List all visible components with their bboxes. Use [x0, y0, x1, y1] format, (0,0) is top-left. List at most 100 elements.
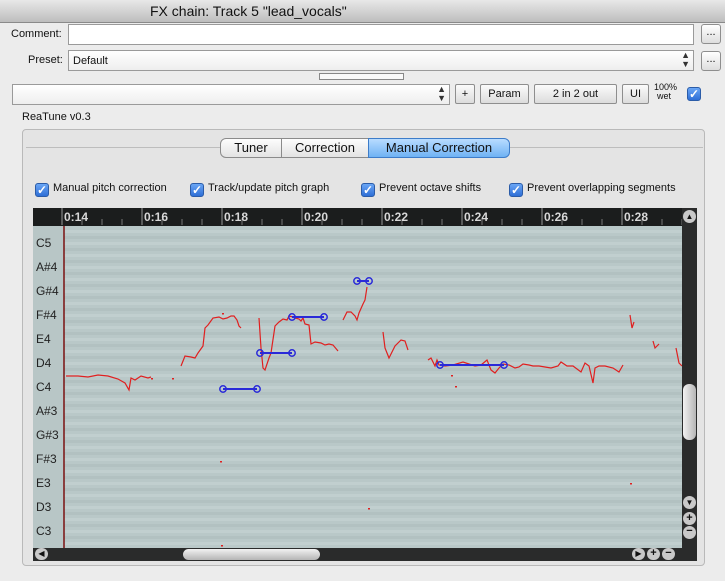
semitone-stripe	[64, 482, 682, 485]
add-button[interactable]: +	[455, 84, 475, 104]
tab-correction[interactable]: Correction	[281, 138, 369, 158]
semitone-stripe	[64, 536, 682, 539]
note-label: G#4	[36, 284, 59, 298]
tab-manual-correction[interactable]: Manual Correction	[368, 138, 510, 158]
semitone-stripe	[64, 302, 682, 305]
semitone-stripe	[64, 494, 682, 497]
note-label: C4	[36, 380, 52, 394]
chevron-down-icon[interactable]: ▼	[683, 496, 696, 509]
semitone-stripe	[64, 236, 682, 239]
semitone-stripe	[64, 326, 682, 329]
plugin-select[interactable]: ▲ ▼	[12, 84, 450, 105]
time-label: 0:18	[224, 210, 249, 224]
time-label: 0:14	[64, 210, 89, 224]
wet-label: wet	[657, 91, 672, 101]
title-bar: FX chain: Track 5 "lead_vocals"	[0, 0, 725, 23]
chevron-right-icon[interactable]: ▶	[632, 548, 645, 560]
semitone-stripe	[64, 434, 682, 437]
tab-tuner[interactable]: Tuner	[220, 138, 282, 158]
semitone-stripe	[64, 260, 682, 263]
comment-field[interactable]	[68, 24, 694, 45]
semitone-stripe	[64, 380, 682, 383]
semitone-stripe	[64, 518, 682, 521]
note-label: D4	[36, 356, 52, 370]
semitone-stripe	[64, 242, 682, 245]
param-button[interactable]: Param	[480, 84, 529, 104]
semitone-stripe	[64, 542, 682, 545]
semitone-stripe	[64, 452, 682, 455]
comment-more-button[interactable]: ...	[701, 24, 721, 44]
semitone-stripe	[64, 314, 682, 317]
note-label: A#3	[36, 404, 58, 418]
time-label: 0:20	[304, 210, 329, 224]
option-label: Prevent octave shifts	[379, 182, 482, 194]
semitone-stripe	[64, 278, 682, 281]
semitone-stripe	[64, 248, 682, 251]
semitone-stripe	[64, 392, 682, 395]
option-label: Track/update pitch graph	[208, 182, 330, 194]
note-label: C3	[36, 524, 52, 538]
wet-checkbox[interactable]: ✓	[687, 87, 701, 101]
semitone-stripe	[64, 440, 682, 443]
note-label: A#4	[36, 260, 58, 274]
pitch-fragment	[220, 461, 222, 463]
pitch-fragment	[630, 483, 632, 485]
preset-more-button[interactable]: ...	[701, 51, 721, 71]
semitone-stripe	[64, 512, 682, 515]
io-button[interactable]: 2 in 2 out	[534, 84, 617, 104]
time-label: 0:24	[464, 210, 489, 224]
updown-icon: ▲ ▼	[437, 84, 446, 103]
semitone-stripe	[64, 488, 682, 491]
manual-pitch-correction-checkbox[interactable]: ✓	[35, 183, 49, 197]
zoom-out-icon[interactable]: −	[683, 526, 696, 539]
semitone-stripe	[64, 356, 682, 359]
pitch-graph[interactable]: 0:14 0:16 0:18 0:20 0:22 0:24 0:26 0:28 C5 A#4 G#…	[33, 208, 697, 561]
semitone-stripe	[64, 362, 682, 365]
window-title: FX chain: Track 5 "lead_vocals"	[150, 3, 347, 19]
note-label: F#3	[36, 452, 57, 466]
semitone-stripe	[64, 410, 682, 413]
splitter-handle[interactable]	[319, 73, 404, 80]
time-label: 0:16	[144, 210, 169, 224]
horizontal-scrollbar[interactable]	[33, 548, 682, 561]
zoom-in-icon[interactable]: +	[647, 548, 660, 560]
semitone-stripe	[64, 266, 682, 269]
time-label: 0:26	[544, 210, 569, 224]
pitch-fragment	[451, 375, 453, 377]
semitone-stripe	[64, 332, 682, 335]
pitch-graph-canvas[interactable]	[33, 208, 697, 561]
semitone-stripe	[64, 506, 682, 509]
prevent-octave-checkbox[interactable]: ✓	[361, 183, 375, 197]
zoom-in-icon[interactable]: +	[683, 512, 696, 525]
semitone-stripe	[64, 500, 682, 503]
semitone-stripe	[64, 350, 682, 353]
semitone-stripe	[64, 428, 682, 431]
semitone-stripe	[64, 296, 682, 299]
semitone-stripe	[64, 386, 682, 389]
ui-button[interactable]: UI	[622, 84, 649, 104]
zoom-out-icon[interactable]: −	[662, 548, 675, 560]
semitone-stripe	[64, 416, 682, 419]
semitone-stripe	[64, 404, 682, 407]
semitone-stripe	[64, 290, 682, 293]
semitone-stripe	[64, 422, 682, 425]
semitone-stripe	[64, 524, 682, 527]
pitch-fragment	[172, 378, 174, 380]
pitch-fragment	[455, 386, 457, 388]
horizontal-scroll-thumb[interactable]	[183, 549, 320, 560]
note-label: E3	[36, 476, 51, 490]
track-update-checkbox[interactable]: ✓	[190, 183, 204, 197]
semitone-stripe	[64, 398, 682, 401]
semitone-stripe	[64, 320, 682, 323]
semitone-stripe	[64, 470, 682, 473]
prevent-overlap-checkbox[interactable]: ✓	[509, 183, 523, 197]
note-label: D3	[36, 500, 52, 514]
chevron-left-icon[interactable]: ◀	[35, 548, 48, 560]
comment-label: Comment:	[11, 28, 62, 40]
plugin-name: ReaTune v0.3	[22, 111, 91, 123]
chevron-up-icon[interactable]: ▲	[683, 210, 696, 223]
vertical-scroll-thumb[interactable]	[683, 384, 696, 440]
semitone-stripe	[64, 374, 682, 377]
semitone-stripe	[64, 338, 682, 341]
preset-select[interactable]: Default ▲ ▼	[68, 50, 694, 71]
